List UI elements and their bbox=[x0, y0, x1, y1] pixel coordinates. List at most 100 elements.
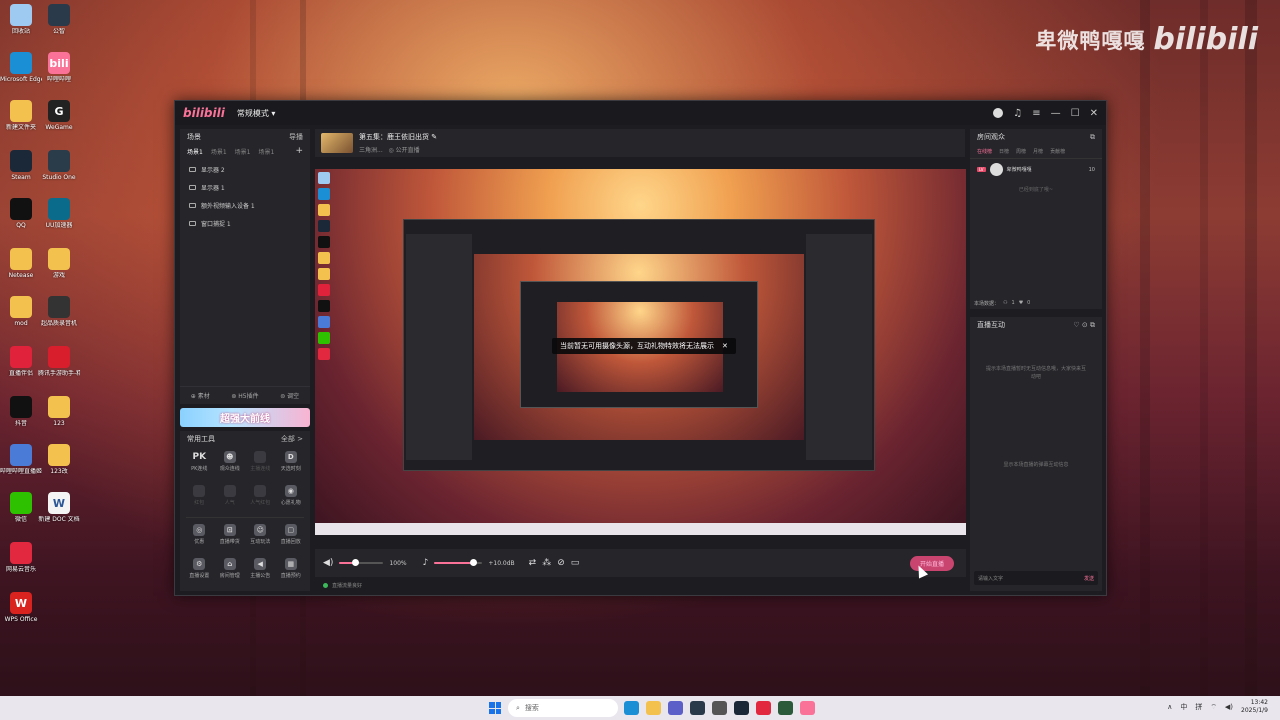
viewer-row[interactable]: LV 卑微鸭嘎嘎 10 bbox=[970, 159, 1102, 180]
desktop-icon[interactable]: mod bbox=[0, 296, 42, 328]
tool-button[interactable]: ⊡ 直播带货 bbox=[215, 522, 246, 552]
clock[interactable]: 13:42 2025/1/9 bbox=[1241, 699, 1268, 715]
tool-button[interactable]: ⚙ 直播设置 bbox=[184, 556, 215, 586]
tool-button[interactable]: ☻ 观众连线 bbox=[215, 449, 246, 479]
bell-icon[interactable]: ♫ bbox=[1013, 108, 1022, 119]
steam-icon[interactable] bbox=[734, 701, 749, 715]
desktop-icon[interactable]: 新建文件夹 bbox=[0, 100, 42, 132]
desktop-icon[interactable]: W 新建 DOC 文档 bbox=[38, 492, 80, 524]
tool-button[interactable]: 红包 bbox=[184, 483, 215, 513]
source-item[interactable]: 显示器 2 bbox=[180, 160, 310, 178]
interaction-tools[interactable]: ♡ ⊙ ⧉ bbox=[1073, 321, 1095, 330]
edge-icon[interactable] bbox=[624, 701, 639, 715]
desktop-icon[interactable]: bili 哔哩哔哩 bbox=[38, 52, 80, 84]
close-icon[interactable]: ✕ bbox=[1090, 108, 1098, 119]
app-icon[interactable] bbox=[690, 701, 705, 715]
rank-tab[interactable]: 日榜 bbox=[999, 148, 1009, 155]
stream-visibility[interactable]: 公开直播 bbox=[396, 147, 420, 154]
add-scene-icon[interactable]: + bbox=[295, 146, 303, 156]
live-app-icon[interactable] bbox=[800, 701, 815, 715]
scene-tab[interactable]: 场景1 bbox=[235, 147, 251, 156]
source-item[interactable]: 窗口捕捉 1 bbox=[180, 214, 310, 232]
desktop-icon[interactable]: UU加速器 bbox=[38, 198, 80, 230]
ime-indicator[interactable]: 中 bbox=[1180, 702, 1187, 712]
tool-button[interactable]: ▦ 直播预约 bbox=[276, 556, 307, 586]
source-item[interactable]: 额外视频输入设备 1 bbox=[180, 196, 310, 214]
adjust-button[interactable]: ⊜ 调空 bbox=[280, 391, 299, 400]
mode-dropdown[interactable]: 常规模式 ▾ bbox=[237, 108, 276, 119]
desktop-icon[interactable]: 123 bbox=[38, 396, 80, 428]
tool-button[interactable]: 主播连线 bbox=[245, 449, 276, 479]
camera-icon[interactable]: ▭ bbox=[571, 558, 580, 568]
ime-mode[interactable]: 拼 bbox=[1195, 702, 1202, 712]
message-input[interactable]: 请输入文字 发送 bbox=[974, 571, 1098, 585]
maximize-icon[interactable]: ☐ bbox=[1071, 108, 1080, 119]
desktop-icon[interactable]: 123改 bbox=[38, 444, 80, 476]
desktop-icon[interactable]: Steam bbox=[0, 150, 42, 182]
taskbar-search[interactable]: ⌕ 搜索 bbox=[508, 699, 618, 717]
desktop-icon[interactable]: 公智 bbox=[38, 4, 80, 36]
tray-overflow-icon[interactable]: ∧ bbox=[1167, 703, 1172, 711]
source-item[interactable]: 显示器 1 bbox=[180, 178, 310, 196]
desktop-icon[interactable]: 抖音 bbox=[0, 396, 42, 428]
h5-plugin-button[interactable]: ⊛ H5插件 bbox=[231, 391, 258, 400]
app-icon[interactable] bbox=[712, 701, 727, 715]
menu-icon[interactable]: ≡ bbox=[1032, 108, 1040, 119]
stream-title[interactable]: 第五集：鹿王依旧出货 ✎ bbox=[359, 132, 437, 142]
desktop-icon[interactable]: 直播伴侣 bbox=[0, 346, 42, 378]
tool-button[interactable]: D 天选时刻 bbox=[276, 449, 307, 479]
stream-cover[interactable] bbox=[321, 133, 353, 153]
rank-tab[interactable]: 贡献榜 bbox=[1050, 148, 1065, 155]
rank-tab[interactable]: 在线榜 bbox=[977, 148, 992, 155]
microphone-icon[interactable]: ♪ bbox=[423, 558, 429, 568]
tool-button[interactable]: ◎ 优惠 bbox=[184, 522, 215, 552]
desktop-icon[interactable]: 超品质录音机 bbox=[38, 296, 80, 328]
rank-tab[interactable]: 月榜 bbox=[1033, 148, 1043, 155]
promo-banner[interactable]: 超强大前线 bbox=[180, 408, 310, 427]
network-icon[interactable]: ⌔ bbox=[1210, 703, 1217, 712]
start-button[interactable] bbox=[489, 702, 501, 714]
desktop-icon[interactable]: 哔哩哔哩直播姬 bbox=[0, 444, 42, 476]
viewer-avatar[interactable] bbox=[989, 163, 1003, 176]
tool-button[interactable]: ◉ 心愿礼物 bbox=[276, 483, 307, 513]
netease-music-icon[interactable] bbox=[756, 701, 771, 715]
link-icon[interactable]: ⊘ bbox=[557, 558, 565, 568]
desktop-icon[interactable]: 微信 bbox=[0, 492, 42, 524]
desktop-icon[interactable]: QQ bbox=[0, 198, 42, 230]
speaker-volume-slider[interactable] bbox=[339, 559, 384, 566]
toast-close-icon[interactable]: ✕ bbox=[722, 342, 728, 350]
scene-tab[interactable]: 场景1 bbox=[187, 147, 203, 156]
mixer-icon[interactable]: ⇄ bbox=[529, 558, 537, 568]
rank-tab[interactable]: 周榜 bbox=[1016, 148, 1026, 155]
scene-tab[interactable]: 场景1 bbox=[211, 147, 227, 156]
tool-button[interactable]: ☺ 互动玩法 bbox=[245, 522, 276, 552]
effect-icon[interactable]: ⁂ bbox=[542, 558, 551, 568]
desktop-icon[interactable]: Microsoft Edge bbox=[0, 52, 42, 84]
folder-icon[interactable] bbox=[646, 701, 661, 715]
tool-button[interactable]: 人气 bbox=[215, 483, 246, 513]
material-button[interactable]: ⊕ 素材 bbox=[191, 391, 210, 400]
stream-preview[interactable]: 当前暂无可用摄像头源，互动礼物特效将无法展示 ✕ bbox=[315, 169, 966, 535]
desktop-icon[interactable]: 回收站 bbox=[0, 4, 42, 36]
teams-icon[interactable] bbox=[668, 701, 683, 715]
desktop-icon[interactable]: 腾讯手游助手-精明手... bbox=[38, 346, 80, 378]
mic-volume-slider[interactable] bbox=[434, 559, 483, 566]
desktop-icon[interactable]: W WPS Office bbox=[0, 592, 42, 624]
user-avatar[interactable] bbox=[993, 108, 1004, 118]
tool-button[interactable]: 人气红包 bbox=[245, 483, 276, 513]
scene-tab[interactable]: 场景1 bbox=[258, 147, 274, 156]
desktop-icon[interactable]: Studio One bbox=[38, 150, 80, 182]
popout-icon[interactable]: ⧉ bbox=[1090, 133, 1095, 142]
tool-button[interactable]: ▢ 直播回放 bbox=[276, 522, 307, 552]
volume-icon[interactable]: ◀) bbox=[1225, 703, 1233, 711]
import-button[interactable]: 导播 bbox=[289, 132, 303, 142]
desktop-icon[interactable]: G WeGame bbox=[38, 100, 80, 132]
tool-button[interactable]: ⌂ 房间管理 bbox=[215, 556, 246, 586]
desktop-icon[interactable]: 游戏 bbox=[38, 248, 80, 280]
desktop-icon[interactable]: 网易云音乐 bbox=[0, 542, 42, 574]
stream-category[interactable]: 三角洲... bbox=[359, 147, 383, 154]
desktop-icon[interactable]: Netease bbox=[0, 248, 42, 280]
tool-button[interactable]: ◀ 主播公告 bbox=[245, 556, 276, 586]
minimize-icon[interactable]: — bbox=[1051, 108, 1061, 119]
app-icon[interactable] bbox=[778, 701, 793, 715]
